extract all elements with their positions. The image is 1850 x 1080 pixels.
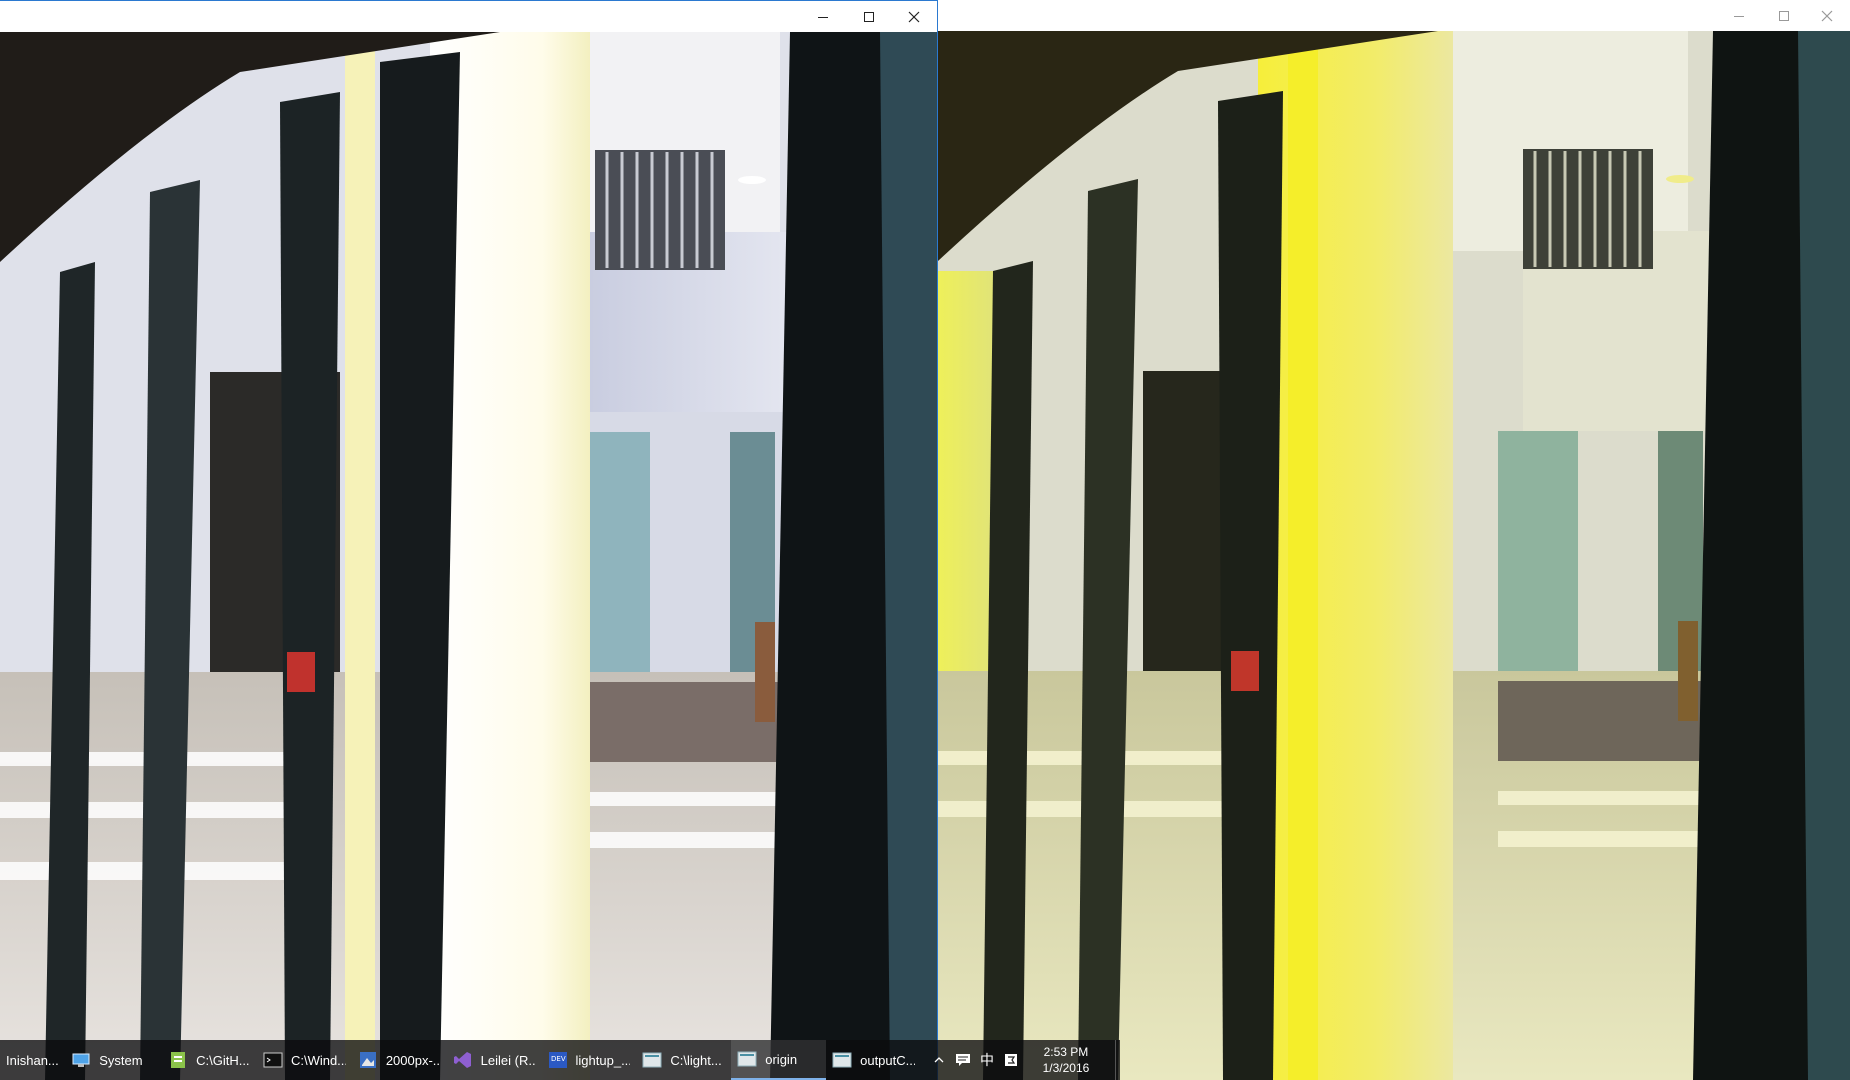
minimize-button[interactable] xyxy=(1716,0,1762,31)
origin-titlebar[interactable] xyxy=(0,1,937,32)
origin-window[interactable] xyxy=(0,0,937,1080)
taskbar-item-label: Leilei (R... xyxy=(480,1052,536,1068)
origin-image xyxy=(0,32,937,1080)
image-window-icon xyxy=(832,1050,852,1070)
taskbar-item-label: origin xyxy=(765,1051,798,1067)
dev-ide-icon: DEV xyxy=(548,1050,568,1070)
minimize-icon xyxy=(818,16,828,18)
maximize-icon xyxy=(1779,10,1789,21)
console-icon xyxy=(642,1050,662,1070)
output-titlebar[interactable] xyxy=(938,0,1850,32)
taskbar: Inishan... System C:\GitH... C:\Wind... … xyxy=(0,1040,1120,1080)
ime-language-button[interactable]: 中 xyxy=(975,1040,999,1080)
maximize-icon xyxy=(864,11,874,22)
ime-mode-icon xyxy=(1004,1054,1017,1066)
taskbar-clock[interactable]: 2:53 PM 1/3/2016 xyxy=(1023,1040,1109,1080)
taskbar-item-windows-console[interactable]: C:\Wind... xyxy=(257,1040,352,1080)
taskbar-item-label: C:\GitH... xyxy=(196,1052,250,1068)
output-window[interactable] xyxy=(938,0,1850,1080)
notepad-icon xyxy=(168,1050,188,1070)
taskbar-item-label: outputC... xyxy=(860,1052,915,1068)
console-icon xyxy=(263,1050,283,1070)
taskbar-item-output[interactable]: outputC... xyxy=(826,1040,921,1080)
taskbar-item-label: System xyxy=(99,1052,143,1068)
taskbar-item-lightup-ide[interactable]: DEV lightup_... xyxy=(542,1040,637,1080)
taskbar-item-inishan[interactable]: Inishan... xyxy=(0,1040,65,1080)
taskbar-item-origin[interactable]: origin xyxy=(731,1040,827,1080)
minimize-icon xyxy=(1734,15,1744,17)
clock-date: 1/3/2016 xyxy=(1042,1061,1090,1075)
close-button[interactable] xyxy=(891,1,937,32)
action-center-button[interactable] xyxy=(951,1040,975,1080)
system-tray: 中 2:53 PM 1/3/2016 xyxy=(927,1040,1120,1080)
maximize-button[interactable] xyxy=(1761,0,1807,31)
visual-studio-icon xyxy=(453,1050,473,1070)
show-desktop-button[interactable] xyxy=(1114,1040,1120,1080)
clock-time: 2:53 PM xyxy=(1043,1045,1089,1059)
taskbar-item-lightup-console[interactable]: C:\light... xyxy=(636,1040,731,1080)
taskbar-item-label: C:\light... xyxy=(670,1052,722,1068)
image-window-icon xyxy=(737,1049,757,1069)
output-image xyxy=(938,31,1850,1080)
taskbar-item-system[interactable]: System xyxy=(65,1040,162,1080)
taskbar-item-label: C:\Wind... xyxy=(290,1052,346,1068)
close-icon xyxy=(1821,10,1833,21)
close-button[interactable] xyxy=(1804,0,1850,31)
svg-text:DEV: DEV xyxy=(551,1055,566,1063)
chevron-up-icon xyxy=(934,1057,944,1063)
message-icon xyxy=(955,1054,970,1066)
image-viewer-icon xyxy=(358,1050,378,1070)
close-icon xyxy=(908,11,920,22)
minimize-button[interactable] xyxy=(800,1,846,32)
taskbar-item-github-path[interactable]: C:\GitH... xyxy=(162,1040,257,1080)
system-icon xyxy=(71,1050,91,1070)
maximize-button[interactable] xyxy=(846,1,892,32)
ime-mode-button[interactable] xyxy=(999,1040,1023,1080)
tray-overflow-button[interactable] xyxy=(927,1040,951,1080)
taskbar-item-label: lightup_... xyxy=(575,1052,631,1068)
taskbar-item-label: 2000px-... xyxy=(385,1052,441,1068)
taskbar-item-label: Inishan... xyxy=(6,1052,59,1068)
taskbar-item-visual-studio[interactable]: Leilei (R... xyxy=(447,1040,542,1080)
taskbar-item-image-viewer[interactable]: 2000px-... xyxy=(352,1040,447,1080)
